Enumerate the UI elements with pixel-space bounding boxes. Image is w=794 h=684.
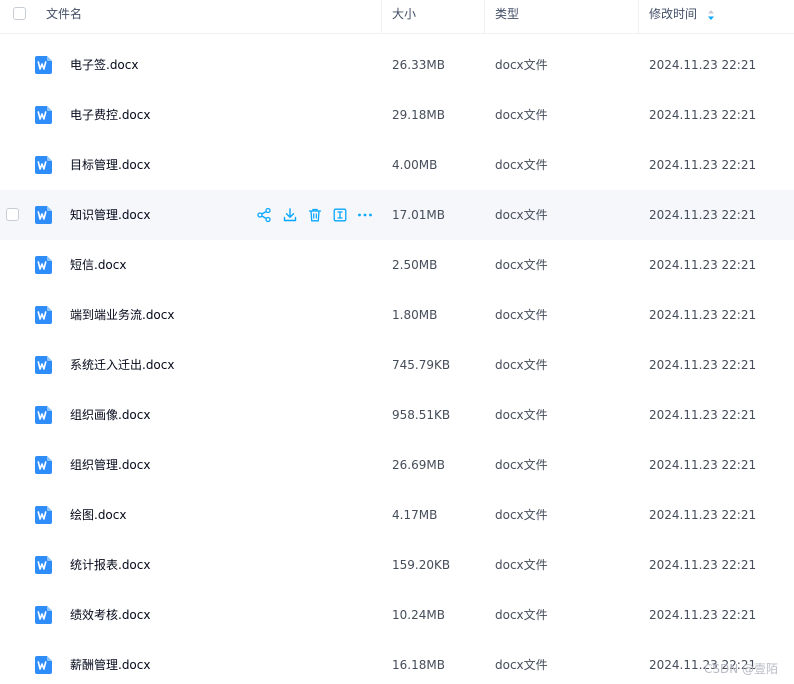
file-name[interactable]: 电子签.docx <box>70 40 138 90</box>
file-size: 1.80MB <box>392 308 438 322</box>
file-mtime: 2024.11.23 22:21 <box>649 108 757 122</box>
file-type: docx文件 <box>495 308 548 322</box>
file-name[interactable]: 知识管理.docx <box>70 190 150 240</box>
table-row[interactable]: 薪酬管理.docx 16.18MB docx文件 2024.11.23 22:2… <box>0 640 794 684</box>
file-mtime: 2024.11.23 22:21 <box>649 458 757 472</box>
file-size: 17.01MB <box>392 208 445 222</box>
sort-icon[interactable] <box>707 9 715 21</box>
word-file-icon <box>35 356 52 374</box>
file-name[interactable]: 组织管理.docx <box>70 440 150 490</box>
column-divider[interactable] <box>638 0 639 33</box>
table-row[interactable]: 绘图.docx 4.17MB docx文件 2024.11.23 22:21 <box>0 490 794 540</box>
file-size: 745.79KB <box>392 358 451 372</box>
file-mtime: 2024.11.23 22:21 <box>649 308 757 322</box>
table-row[interactable]: 组织管理.docx 26.69MB docx文件 2024.11.23 22:2… <box>0 440 794 490</box>
file-type: docx文件 <box>495 458 548 472</box>
word-file-icon <box>35 406 52 424</box>
delete-icon[interactable] <box>307 207 323 223</box>
row-checkbox[interactable] <box>6 208 19 221</box>
word-file-icon <box>35 606 52 624</box>
file-type: docx文件 <box>495 658 548 672</box>
file-list: 文件名 大小 类型 修改时间 电子签.docx 26.33MB docx文件 2… <box>0 0 794 684</box>
column-header-name[interactable]: 文件名 <box>46 0 82 33</box>
word-file-icon <box>35 306 52 324</box>
file-size: 26.33MB <box>392 58 445 72</box>
file-mtime: 2024.11.23 22:21 <box>649 58 757 72</box>
more-icon[interactable] <box>357 207 373 223</box>
file-type: docx文件 <box>495 358 548 372</box>
file-type: docx文件 <box>495 158 548 172</box>
file-size: 159.20KB <box>392 558 451 572</box>
word-file-icon <box>35 56 52 74</box>
file-type: docx文件 <box>495 508 548 522</box>
file-mtime: 2024.11.23 22:21 <box>649 558 757 572</box>
file-type: docx文件 <box>495 208 548 222</box>
file-size: 26.69MB <box>392 458 445 472</box>
file-size: 2.50MB <box>392 258 438 272</box>
file-type: docx文件 <box>495 408 548 422</box>
file-name[interactable]: 电子费控.docx <box>70 90 150 140</box>
file-mtime: 2024.11.23 22:21 <box>649 508 757 522</box>
column-divider[interactable] <box>381 0 382 33</box>
table-row[interactable]: 短信.docx 2.50MB docx文件 2024.11.23 22:21 <box>0 240 794 290</box>
file-name[interactable]: 目标管理.docx <box>70 140 150 190</box>
table-row[interactable]: 统计报表.docx 159.20KB docx文件 2024.11.23 22:… <box>0 540 794 590</box>
file-name[interactable]: 统计报表.docx <box>70 540 150 590</box>
table-row[interactable]: 知识管理.docx 17.01MB docx文件 2024.11.23 22:2… <box>0 190 794 240</box>
file-name[interactable]: 薪酬管理.docx <box>70 640 150 684</box>
table-row[interactable]: 电子签.docx 26.33MB docx文件 2024.11.23 22:21 <box>0 40 794 90</box>
table-header: 文件名 大小 类型 修改时间 <box>0 0 794 34</box>
file-name[interactable]: 短信.docx <box>70 240 126 290</box>
download-icon[interactable] <box>282 207 298 223</box>
file-type: docx文件 <box>495 558 548 572</box>
file-name[interactable]: 系统迁入迁出.docx <box>70 340 174 390</box>
file-mtime: 2024.11.23 22:21 <box>649 258 757 272</box>
word-file-icon <box>35 156 52 174</box>
file-mtime: 2024.11.23 22:21 <box>649 358 757 372</box>
file-size: 4.17MB <box>392 508 438 522</box>
watermark: CSDN @壹陌 <box>704 662 779 676</box>
table-row[interactable]: 系统迁入迁出.docx 745.79KB docx文件 2024.11.23 2… <box>0 340 794 390</box>
file-mtime: 2024.11.23 22:21 <box>649 408 757 422</box>
file-size: 958.51KB <box>392 408 451 422</box>
file-name[interactable]: 绘图.docx <box>70 490 126 540</box>
file-mtime: 2024.11.23 22:21 <box>649 208 757 222</box>
file-size: 10.24MB <box>392 608 445 622</box>
table-row[interactable]: 组织画像.docx 958.51KB docx文件 2024.11.23 22:… <box>0 390 794 440</box>
file-size: 4.00MB <box>392 158 438 172</box>
file-mtime: 2024.11.23 22:21 <box>649 158 757 172</box>
table-row[interactable]: 端到端业务流.docx 1.80MB docx文件 2024.11.23 22:… <box>0 290 794 340</box>
column-divider[interactable] <box>484 0 485 33</box>
word-file-icon <box>35 456 52 474</box>
file-name[interactable]: 绩效考核.docx <box>70 590 150 640</box>
share-icon[interactable] <box>256 207 272 223</box>
table-row[interactable]: 目标管理.docx 4.00MB docx文件 2024.11.23 22:21 <box>0 140 794 190</box>
column-header-type[interactable]: 类型 <box>495 0 519 33</box>
word-file-icon <box>35 256 52 274</box>
column-header-size[interactable]: 大小 <box>392 0 416 33</box>
select-all-checkbox[interactable] <box>13 7 26 20</box>
file-type: docx文件 <box>495 108 548 122</box>
word-file-icon <box>35 506 52 524</box>
file-type: docx文件 <box>495 608 548 622</box>
file-size: 16.18MB <box>392 658 445 672</box>
table-row[interactable]: 电子费控.docx 29.18MB docx文件 2024.11.23 22:2… <box>0 90 794 140</box>
file-mtime: 2024.11.23 22:21 <box>649 608 757 622</box>
file-type: docx文件 <box>495 58 548 72</box>
rename-icon[interactable] <box>332 207 348 223</box>
file-name[interactable]: 组织画像.docx <box>70 390 150 440</box>
file-type: docx文件 <box>495 258 548 272</box>
word-file-icon <box>35 656 52 674</box>
file-rows: 电子签.docx 26.33MB docx文件 2024.11.23 22:21… <box>0 40 794 684</box>
table-row[interactable]: 绩效考核.docx 10.24MB docx文件 2024.11.23 22:2… <box>0 590 794 640</box>
word-file-icon <box>35 206 52 224</box>
word-file-icon <box>35 106 52 124</box>
file-name[interactable]: 端到端业务流.docx <box>70 290 174 340</box>
word-file-icon <box>35 556 52 574</box>
file-size: 29.18MB <box>392 108 445 122</box>
column-header-mtime[interactable]: 修改时间 <box>649 0 697 33</box>
